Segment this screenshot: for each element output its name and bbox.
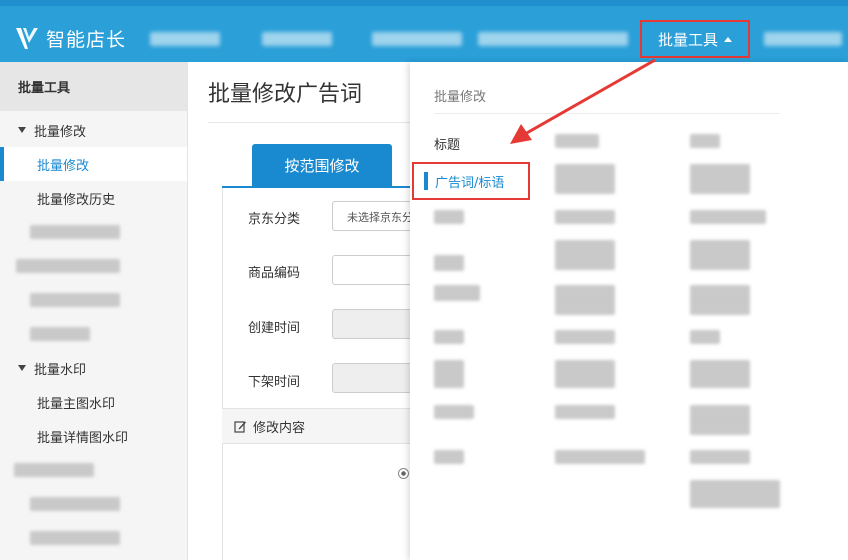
sidebar-group-label: 批量修改 — [34, 124, 87, 140]
blurred-menu-item[interactable] — [555, 134, 599, 148]
sidebar-item-detail-image-watermark[interactable]: 批量详情图水印 — [0, 419, 187, 453]
blurred-nav-item[interactable] — [764, 32, 842, 46]
sidebar-item-batch-modify[interactable]: 批量修改 — [0, 147, 187, 181]
triangle-down-icon — [18, 127, 26, 133]
blurred-menu-item[interactable] — [690, 134, 720, 148]
dropdown-item-title[interactable]: 标题 — [434, 134, 460, 153]
edit-content-bar: 修改内容 — [222, 408, 410, 444]
blurred-menu-item[interactable] — [690, 450, 750, 464]
edit-content-label: 修改内容 — [253, 420, 306, 436]
blurred-menu-item[interactable] — [555, 360, 615, 388]
blurred-nav-item[interactable] — [372, 32, 462, 46]
blurred-sidebar-item[interactable] — [30, 497, 120, 511]
blurred-sidebar-items — [0, 215, 187, 351]
sidebar-group-batch-watermark[interactable]: 批量水印 — [0, 351, 187, 385]
blurred-menu-item[interactable] — [434, 285, 480, 301]
blurred-menu-item[interactable] — [555, 210, 615, 224]
main-content: 批量修改广告词 按范围修改 京东分类 未选择京东分 商品编码 创建时间 下架时间… — [188, 62, 412, 560]
blurred-menu-item[interactable] — [434, 210, 464, 224]
tab-by-range[interactable]: 按范围修改 — [252, 144, 392, 187]
sku-input[interactable] — [332, 255, 412, 285]
app-logo[interactable]: 智能店长 — [14, 20, 126, 56]
nav-batch-tools[interactable]: 批量工具 — [640, 20, 750, 58]
blurred-sidebar-item[interactable] — [30, 225, 120, 239]
blurred-menu-item[interactable] — [434, 450, 464, 464]
blurred-nav-item[interactable] — [150, 32, 220, 46]
blurred-nav-item[interactable] — [262, 32, 332, 46]
blurred-menu-item[interactable] — [690, 285, 750, 315]
blurred-menu-item[interactable] — [434, 405, 474, 419]
batch-tools-dropdown: 批量修改 标题 广告词/标语 — [410, 62, 848, 560]
dropdown-section-title: 批量修改 — [434, 90, 487, 105]
triangle-down-icon — [18, 365, 26, 371]
blurred-sidebar-item[interactable] — [16, 259, 120, 273]
divider — [208, 122, 410, 123]
caret-up-icon — [724, 36, 732, 42]
sidebar-group-label: 批量水印 — [34, 362, 87, 378]
radio-button[interactable] — [398, 468, 409, 479]
created-time-input[interactable] — [332, 309, 412, 339]
blurred-menu-item[interactable] — [434, 360, 464, 388]
blurred-sidebar-item[interactable] — [14, 463, 94, 477]
top-navbar: 智能店长 批量工具 — [0, 0, 848, 62]
blurred-menu-item[interactable] — [690, 240, 750, 270]
blurred-menu-item[interactable] — [555, 164, 615, 194]
blurred-menu-item[interactable] — [690, 330, 720, 344]
blurred-menu-item[interactable] — [555, 330, 615, 344]
dropdown-item-ad-slogan[interactable]: 广告词/标语 — [424, 172, 504, 191]
divider — [434, 113, 780, 114]
sidebar: 批量工具 批量修改 批量修改 批量修改历史 批量水印 批量主图水印 批量详情图水… — [0, 62, 188, 560]
blurred-menu-item[interactable] — [434, 255, 464, 271]
edit-icon — [234, 420, 246, 433]
created-time-label: 创建时间 — [248, 321, 301, 336]
category-select[interactable]: 未选择京东分 — [332, 201, 412, 231]
blurred-menu-item[interactable] — [690, 405, 750, 435]
blurred-menu-item[interactable] — [555, 240, 615, 270]
blurred-nav-item[interactable] — [478, 32, 628, 46]
blurred-menu-item[interactable] — [690, 480, 780, 508]
blurred-menu-item[interactable] — [555, 285, 615, 315]
blurred-menu-item[interactable] — [690, 360, 750, 388]
blurred-menu-item[interactable] — [690, 164, 750, 194]
blurred-menu-item[interactable] — [434, 330, 464, 344]
blurred-menu-item[interactable] — [555, 405, 615, 419]
blurred-sidebar-item[interactable] — [30, 531, 120, 545]
blurred-menu-item[interactable] — [690, 210, 766, 224]
blurred-sidebar-item[interactable] — [30, 293, 120, 307]
sidebar-item-batch-modify-history[interactable]: 批量修改历史 — [0, 181, 187, 215]
blurred-sidebar-item[interactable] — [30, 327, 90, 341]
nav-batch-tools-label: 批量工具 — [657, 30, 718, 49]
offshelf-time-input[interactable] — [332, 363, 412, 393]
brand-name: 智能店长 — [46, 28, 127, 51]
blurred-menu-item[interactable] — [555, 450, 645, 464]
sidebar-item-main-image-watermark[interactable]: 批量主图水印 — [0, 385, 187, 419]
sidebar-title: 批量工具 — [0, 62, 187, 111]
logo-icon — [16, 28, 38, 49]
sku-label: 商品编码 — [248, 266, 301, 281]
page-title: 批量修改广告词 — [208, 82, 363, 107]
sidebar-group-batch-modify[interactable]: 批量修改 — [0, 113, 187, 147]
offshelf-time-label: 下架时间 — [248, 375, 301, 390]
category-label: 京东分类 — [248, 212, 301, 227]
blurred-sidebar-items — [0, 453, 187, 553]
